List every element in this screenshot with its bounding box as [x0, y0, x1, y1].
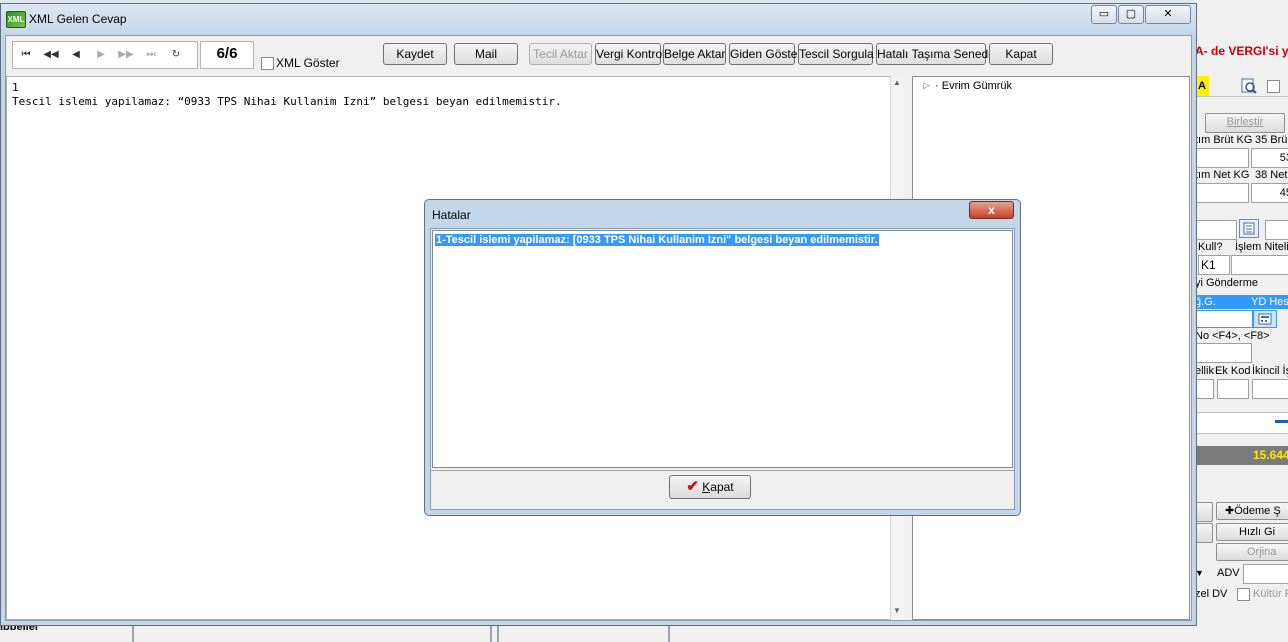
hatalar-dialog: Hatalar x 1-Tescil islemi yapilamaz: [09…: [424, 199, 1021, 516]
dialog-kapat-button[interactable]: ✔ Kapat: [669, 475, 751, 499]
calculator-icon[interactable]: [1253, 310, 1277, 328]
search-doc-icon[interactable]: [1241, 78, 1257, 94]
tescil-sorgula-button[interactable]: Tescil Sorgula: [798, 43, 874, 65]
title-bar[interactable]: XML XML Gelen Cevap ▭ ▢ ✕: [1, 4, 1196, 34]
brut-35-label: 35 Brü: [1255, 134, 1288, 146]
kull-label: Kull?: [1198, 241, 1223, 253]
bg-field-2[interactable]: [1265, 220, 1288, 240]
kultur-checkbox[interactable]: [1237, 588, 1250, 601]
net-38-label: 38 Net: [1255, 169, 1288, 181]
no-field[interactable]: [1195, 343, 1252, 363]
kapat-button[interactable]: Kapat: [989, 43, 1053, 65]
adv-label: ADV: [1217, 567, 1240, 579]
total-value: 15.644: [1253, 448, 1288, 462]
kapat-label-rest: apat: [710, 480, 734, 494]
checkmark-icon: ✔: [686, 478, 699, 495]
brut-value-field[interactable]: 53: [1251, 148, 1288, 168]
record-counter: 6/6: [200, 41, 254, 69]
orjinal-button[interactable]: Orjina: [1216, 543, 1288, 561]
plus-icon: ✚: [1225, 505, 1235, 517]
minus-icon[interactable]: [1275, 420, 1288, 423]
gg-header: ğ.G.: [1195, 296, 1216, 308]
net-kg-field[interactable]: [1195, 183, 1249, 203]
dropdown-arrow-icon[interactable]: ▼: [1195, 565, 1209, 581]
ellik-label: ellik: [1195, 365, 1214, 377]
brut-kg-label: tım Brüt KG: [1195, 134, 1253, 146]
dialog-title: Hatalar: [432, 208, 471, 222]
error-list[interactable]: 1-Tescil islemi yapilamaz: [0933 TPS Nih…: [432, 230, 1013, 468]
giden-goster-button[interactable]: Giden Göster: [729, 43, 801, 65]
expand-icon[interactable]: ▷: [923, 80, 930, 91]
first-record-icon[interactable]: ⏮: [15, 48, 37, 62]
zel-dv-label: zel DV: [1195, 588, 1228, 600]
yd-hes-header: YD Hes: [1251, 296, 1288, 308]
yi-gonderme-label: yi Gönderme: [1195, 277, 1258, 289]
ellik-field[interactable]: [1195, 379, 1214, 399]
adv-field[interactable]: [1243, 564, 1288, 584]
response-line-1: 1: [12, 81, 19, 94]
list-icon[interactable]: [1239, 219, 1259, 238]
background-window: A- de VERGI'si y A Birleştir tım Brüt KG…: [1195, 0, 1288, 642]
scroll-down-icon[interactable]: ▼: [893, 606, 901, 615]
scroll-up-icon[interactable]: ▲: [893, 78, 901, 87]
hatali-tasima-senedi-button[interactable]: Hatalı Taşıma Senedi: [876, 43, 991, 65]
window-title: XML Gelen Cevap: [29, 12, 127, 26]
tree-node-evrim-gumruk[interactable]: · Evrim Gümrük: [935, 80, 1012, 92]
response-line-2: Tescil islemi yapilamaz: “0933 TPS Nihai…: [12, 95, 562, 108]
error-item[interactable]: 1-Tescil islemi yapilamaz: [0933 TPS Nih…: [435, 234, 879, 246]
bg-checkbox[interactable]: [1267, 80, 1280, 93]
record-navigator: ⏮ ◀◀ ◀ ▶ ▶▶ ⏭ ↻: [12, 41, 198, 69]
islem-niteligi-label: İşlem Niteliği: [1235, 241, 1288, 253]
next-record-icon[interactable]: ▶: [90, 48, 112, 62]
tecil-aktar-button[interactable]: Tecil Aktar: [529, 43, 592, 65]
ek-kod-field[interactable]: [1217, 379, 1249, 399]
bg-small-button-2[interactable]: [1195, 523, 1213, 543]
dialog-client: 1-Tescil islemi yapilamaz: [0933 TPS Nih…: [430, 228, 1015, 510]
xml-goster-label: XML Göster: [276, 56, 340, 70]
bg-tab-a[interactable]: A: [1195, 76, 1209, 96]
net-value-field[interactable]: 45: [1251, 183, 1288, 203]
kaydet-button[interactable]: Kaydet: [383, 43, 447, 65]
brut-kg-field[interactable]: [1195, 148, 1249, 168]
app-icon: XML: [6, 11, 26, 28]
belge-aktar-button[interactable]: Belge Aktar: [663, 43, 726, 65]
dialog-close-button[interactable]: x: [969, 201, 1014, 219]
refresh-icon[interactable]: ↻: [165, 48, 187, 62]
mail-button[interactable]: Mail: [454, 43, 518, 65]
islem-niteligi-field[interactable]: [1231, 255, 1288, 275]
bg-header-text: A- de VERGI'si y: [1195, 44, 1288, 58]
close-button[interactable]: ✕: [1145, 5, 1191, 24]
no-f4-f8-label: No <F4>, <F8>: [1195, 330, 1270, 342]
kultur-label: Kültür F: [1253, 588, 1288, 600]
xml-goster-checkbox[interactable]: [261, 57, 274, 70]
minimize-button[interactable]: ▭: [1091, 5, 1117, 24]
ikincil-label: İkincil İş: [1252, 365, 1288, 377]
hizli-button[interactable]: Hızlı Gi: [1216, 523, 1288, 541]
gg-cell[interactable]: [1195, 310, 1253, 328]
ek-kod-label: Ek Kod: [1215, 365, 1251, 377]
k1-field[interactable]: K1: [1198, 255, 1230, 275]
vergi-kontrol-button[interactable]: Vergi Kontrol: [595, 43, 665, 65]
last-record-icon[interactable]: ⏭: [140, 48, 162, 62]
odeme-button[interactable]: ✚Ödeme Ş: [1216, 502, 1288, 520]
bg-small-button-1[interactable]: [1195, 502, 1213, 522]
next-page-icon[interactable]: ▶▶: [115, 48, 137, 62]
ikincil-field[interactable]: [1252, 379, 1288, 399]
prev-page-icon[interactable]: ◀◀: [40, 48, 62, 62]
toolbar: ⏮ ◀◀ ◀ ▶ ▶▶ ⏭ ↻ 6/6 XML Göster Kaydet Ma…: [6, 36, 1191, 76]
birlestir-button[interactable]: Birleştir: [1205, 113, 1285, 133]
prev-record-icon[interactable]: ◀: [65, 48, 87, 62]
bg-field-1[interactable]: [1195, 220, 1237, 240]
restore-button[interactable]: ▢: [1118, 5, 1144, 24]
net-kg-label: tım Net KG: [1195, 169, 1250, 181]
